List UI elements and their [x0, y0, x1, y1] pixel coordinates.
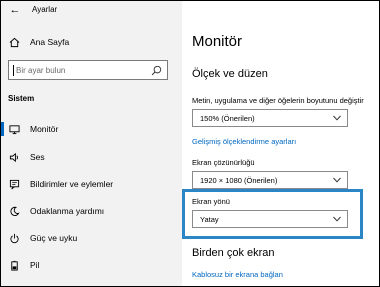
sidebar-item-label: Monitör [30, 124, 59, 134]
sidebar-item-notifications[interactable]: Bildirimler ve eylemler [1, 173, 182, 195]
sidebar-item-battery[interactable]: Pil [1, 254, 182, 276]
sidebar-item-label: Bildirimler ve eylemler [30, 179, 114, 189]
section-heading-multiple-displays: Birden çok ekran [192, 247, 275, 259]
orientation-highlight-box [182, 189, 363, 239]
text-caret [13, 65, 14, 76]
back-arrow-icon[interactable]: ← [7, 2, 23, 18]
speaker-icon [8, 151, 21, 164]
page-title: Monitör [192, 33, 243, 50]
dropdown-value: 1920 × 1080 (Önerilen) [200, 176, 278, 185]
settings-window: ← Ayarlar Ana Sayfa Bir ayar bulun Siste… [1, 1, 379, 286]
power-icon [8, 232, 21, 245]
sidebar: ← Ayarlar Ana Sayfa Bir ayar bulun Siste… [1, 1, 182, 286]
wireless-display-link[interactable]: Kablosuz bir ekrana bağlan [192, 270, 283, 279]
text-size-label: Metin, uygulama ve diğer öğelerin boyutu… [192, 96, 364, 105]
text-size-dropdown[interactable]: 150% (Önerilen) [192, 109, 348, 127]
sidebar-item-label: Ana Sayfa [30, 37, 70, 47]
section-heading-scale: Ölçek ve düzen [192, 68, 268, 80]
title-bar: ← Ayarlar [1, 1, 182, 19]
sidebar-item-power-sleep[interactable]: Güç ve uyku [1, 227, 182, 249]
main-content: Monitör Ölçek ve düzen Metin, uygulama v… [182, 1, 379, 286]
sidebar-item-label: Pil [30, 260, 40, 270]
section-heading: Sistem [8, 94, 35, 103]
monitor-icon [8, 123, 21, 136]
home-icon [8, 36, 21, 49]
sidebar-item-home[interactable]: Ana Sayfa [1, 31, 182, 53]
sidebar-item-label: Güç ve uyku [30, 233, 78, 243]
resolution-label: Ekran çözünürlüğü [192, 158, 255, 167]
sidebar-item-sound[interactable]: Ses [1, 146, 182, 168]
search-input[interactable]: Bir ayar bulun [8, 60, 168, 80]
chevron-down-icon [333, 177, 341, 183]
app-title: Ayarlar [32, 5, 58, 14]
advanced-scaling-link[interactable]: Gelişmiş ölçeklendirme ayarları [192, 137, 296, 146]
sidebar-item-focus-assist[interactable]: Odaklanma yardımı [1, 200, 182, 222]
notification-icon [8, 178, 21, 191]
sidebar-item-label: Odaklanma yardımı [30, 206, 105, 216]
moon-icon [8, 205, 21, 218]
search-icon[interactable] [151, 65, 162, 76]
search-placeholder: Bir ayar bulun [16, 66, 66, 75]
chevron-down-icon [333, 115, 341, 121]
sidebar-item-label: Ses [30, 152, 45, 162]
battery-icon [8, 259, 21, 272]
dropdown-value: 150% (Önerilen) [200, 114, 255, 123]
resolution-dropdown[interactable]: 1920 × 1080 (Önerilen) [192, 171, 348, 189]
sidebar-item-monitor[interactable]: Monitör [1, 118, 182, 140]
